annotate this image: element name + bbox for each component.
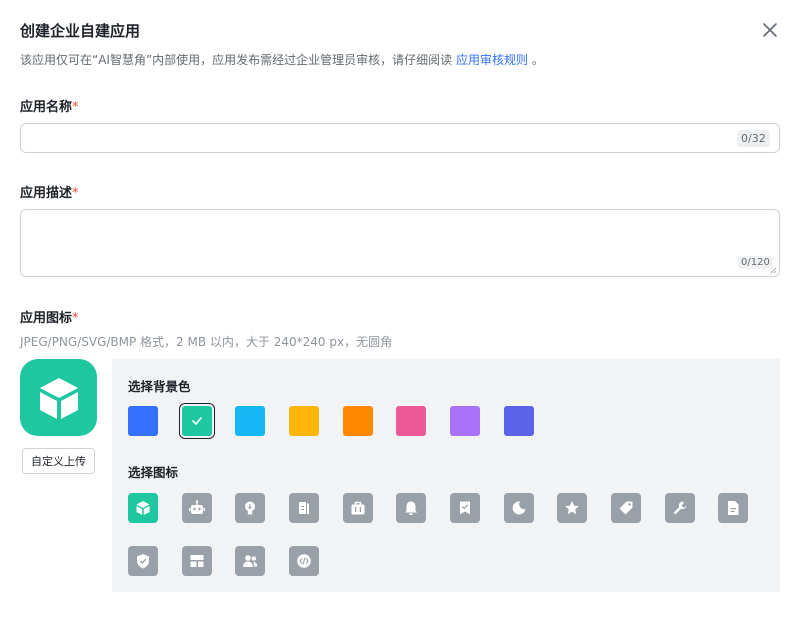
wrench-icon — [673, 501, 687, 515]
icon-option-star[interactable] — [557, 493, 587, 523]
icon-option-layout[interactable] — [182, 546, 212, 576]
briefcase-icon — [351, 501, 365, 515]
dialog-subtitle: 该应用仅可在“AI智慧角”内部使用，应用发布需经过企业管理员审核，请仔细阅读 应… — [20, 51, 544, 68]
color-swatch-sky[interactable] — [235, 406, 265, 436]
app-icon-preview — [20, 359, 97, 436]
color-swatch-teal[interactable] — [182, 406, 212, 436]
icon-option-people[interactable] — [235, 546, 265, 576]
icon-option-wrench[interactable] — [665, 493, 695, 523]
bookmark-icon — [460, 501, 470, 515]
icon-option-shield[interactable] — [128, 546, 158, 576]
code-icon — [297, 554, 311, 568]
icon-option-briefcase[interactable] — [343, 493, 373, 523]
icon-select-label: 选择图标 — [128, 465, 179, 480]
file-icon — [728, 501, 739, 515]
color-swatch-purple[interactable] — [450, 406, 480, 436]
moon-icon — [512, 501, 526, 515]
required-mark: * — [72, 186, 79, 201]
custom-upload-button[interactable]: 自定义上传 — [22, 448, 95, 474]
desc-textarea[interactable] — [21, 210, 779, 276]
bell-icon — [405, 501, 417, 515]
subtitle-suffix: 。 — [528, 53, 544, 67]
desc-counter: 0/120 — [738, 256, 773, 269]
document-icon — [299, 502, 309, 514]
icon-label: 应用图标* — [20, 307, 79, 326]
lightbulb-icon — [245, 501, 255, 515]
color-swatch-yellow[interactable] — [289, 406, 319, 436]
dialog-title: 创建企业自建应用 — [20, 22, 141, 40]
desc-label-text: 应用描述 — [20, 186, 73, 201]
layout-icon — [190, 555, 204, 567]
check-icon — [192, 417, 202, 425]
robot-icon — [189, 500, 205, 514]
desc-label: 应用描述* — [20, 182, 79, 201]
tag-icon — [619, 501, 633, 515]
icon-option-document[interactable] — [289, 493, 319, 523]
color-swatch-blue[interactable] — [128, 406, 158, 436]
review-rules-link[interactable]: 应用审核规则 — [456, 53, 528, 67]
icon-option-bell[interactable] — [396, 493, 426, 523]
icon-option-cube[interactable] — [128, 493, 158, 523]
name-label-text: 应用名称 — [20, 100, 73, 115]
icon-option-robot[interactable] — [182, 493, 212, 523]
icon-hint: JPEG/PNG/SVG/BMP 格式，2 MB 以内，大于 240*240 p… — [20, 335, 393, 349]
color-swatch-indigo[interactable] — [504, 406, 534, 436]
icon-option-file[interactable] — [718, 493, 748, 523]
required-mark: * — [72, 100, 79, 115]
close-icon[interactable] — [760, 20, 780, 40]
bg-color-label: 选择背景色 — [128, 379, 191, 394]
cube-icon — [136, 501, 150, 515]
shield-icon — [137, 554, 149, 569]
name-input-box[interactable]: 0/32 — [20, 123, 780, 153]
icon-label-text: 应用图标 — [20, 311, 73, 326]
name-counter: 0/32 — [737, 130, 770, 147]
color-swatch-pink[interactable] — [396, 406, 426, 436]
resize-handle-icon[interactable] — [770, 267, 777, 274]
subtitle-text: 该应用仅可在“AI智慧角”内部使用，应用发布需经过企业管理员审核，请仔细阅读 — [20, 53, 456, 67]
icon-option-code[interactable] — [289, 546, 319, 576]
icon-picker-panel: 选择背景色 选择图标 — [112, 359, 780, 592]
cube-icon — [39, 377, 78, 419]
star-icon — [565, 501, 579, 515]
desc-input-box[interactable]: 0/120 — [20, 209, 780, 277]
icon-option-tag[interactable] — [611, 493, 641, 523]
icon-option-bookmark[interactable] — [450, 493, 480, 523]
required-mark: * — [72, 311, 79, 326]
name-label: 应用名称* — [20, 96, 79, 115]
icon-option-moon[interactable] — [504, 493, 534, 523]
color-swatch-orange[interactable] — [343, 406, 373, 436]
icon-option-lightbulb[interactable] — [235, 493, 265, 523]
name-input[interactable] — [21, 124, 779, 152]
people-icon — [243, 555, 258, 567]
